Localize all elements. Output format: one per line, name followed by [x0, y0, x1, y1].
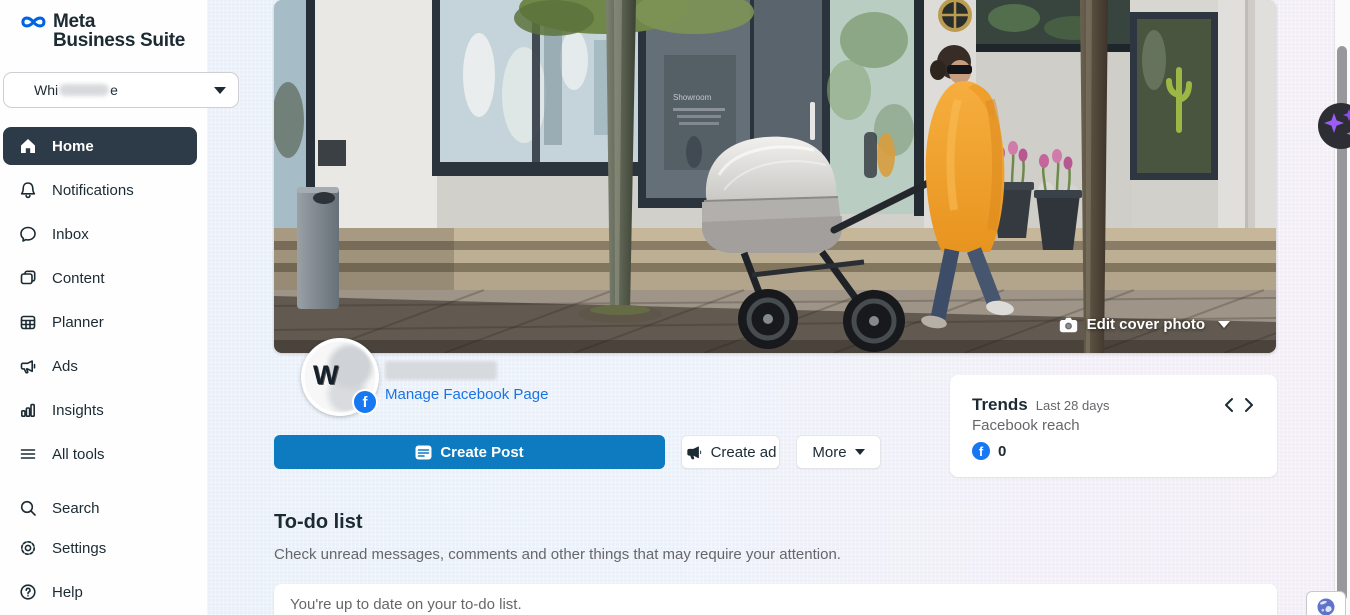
- brand-logo: Meta Business Suite: [20, 12, 185, 50]
- edit-cover-photo-button[interactable]: Edit cover photo: [1059, 316, 1230, 333]
- globe-icon: [1316, 597, 1336, 615]
- sidebar-item-all-tools[interactable]: All tools: [3, 435, 197, 473]
- trash-bin: [297, 187, 339, 309]
- sidebar-item-label: Insights: [52, 402, 104, 419]
- page-name-blurred: [385, 361, 497, 380]
- post-icon: [415, 445, 432, 460]
- facebook-reach-value: 0: [998, 443, 1006, 460]
- todo-empty-card: You're up to date on your to-do list.: [274, 584, 1277, 615]
- trends-card: Trends Last 28 days Facebook reach f 0: [950, 375, 1277, 477]
- chevron-down-icon: [855, 449, 865, 455]
- ai-assistant-button[interactable]: [1318, 103, 1350, 149]
- bell-icon: [18, 180, 38, 200]
- megaphone-icon: [685, 444, 703, 460]
- translate-globe-button[interactable]: [1306, 591, 1346, 615]
- sidebar-item-label: Home: [52, 138, 94, 155]
- sidebar-item-label: Ads: [52, 358, 78, 375]
- planner-icon: [18, 312, 38, 332]
- edit-cover-photo-label: Edit cover photo: [1087, 316, 1205, 333]
- home-icon: [18, 136, 38, 156]
- brand-line1: Meta: [53, 12, 185, 31]
- sidebar-item-planner[interactable]: Planner: [3, 303, 197, 341]
- tree-trunk-right: [1080, 0, 1108, 353]
- todo-empty-message: You're up to date on your to-do list.: [290, 596, 522, 613]
- all-tools-icon: [18, 444, 38, 464]
- sidebar-item-home[interactable]: Home: [3, 127, 197, 165]
- cover-photo: Showroom: [274, 0, 1276, 353]
- chevron-right-icon[interactable]: [1244, 397, 1255, 413]
- create-ad-label: Create ad: [711, 444, 777, 461]
- showroom-sign-text: Showroom: [673, 93, 712, 102]
- sidebar-item-insights[interactable]: Insights: [3, 391, 197, 429]
- sidebar: Meta Business Suite Whi e Home Notificat…: [0, 0, 207, 615]
- sidebar-item-content[interactable]: Content: [3, 259, 197, 297]
- cover-photo-scene: Showroom: [274, 0, 1276, 353]
- sidebar-item-label: Planner: [52, 314, 104, 331]
- trends-title: Trends: [972, 395, 1028, 415]
- chevron-down-icon: [214, 87, 226, 94]
- business-switcher[interactable]: Whi e: [3, 72, 239, 108]
- trends-period: Last 28 days: [1036, 398, 1110, 413]
- sidebar-item-label: Inbox: [52, 226, 89, 243]
- sidebar-item-label: Notifications: [52, 182, 134, 199]
- todo-list-description: Check unread messages, comments and othe…: [274, 546, 841, 563]
- sidebar-item-label: Settings: [52, 540, 106, 557]
- sidebar-item-label: Help: [52, 584, 83, 601]
- todo-list-heading: To-do list: [274, 511, 363, 534]
- brand-line2: Business Suite: [53, 31, 185, 50]
- sidebar-item-search[interactable]: Search: [3, 489, 197, 527]
- content-icon: [18, 268, 38, 288]
- sidebar-item-settings[interactable]: Settings: [3, 529, 197, 567]
- sidebar-item-inbox[interactable]: Inbox: [3, 215, 197, 253]
- avatar-letter: W: [313, 360, 338, 391]
- business-name-suffix: e: [110, 82, 118, 98]
- more-label: More: [812, 444, 846, 461]
- manage-facebook-page-link[interactable]: Manage Facebook Page: [385, 386, 548, 403]
- facebook-icon: f: [972, 442, 990, 460]
- sidebar-item-label: Content: [52, 270, 105, 287]
- chat-bubble-icon: [18, 224, 38, 244]
- trends-metric-label: Facebook reach: [972, 417, 1255, 434]
- meta-business-suite-window: Meta Business Suite Whi e Home Notificat…: [0, 0, 1350, 615]
- more-button[interactable]: More: [796, 435, 881, 469]
- business-name-prefix: Whi: [34, 82, 58, 98]
- sparkle-icon: [1318, 103, 1350, 149]
- search-icon: [18, 498, 38, 518]
- sidebar-item-notifications[interactable]: Notifications: [3, 171, 197, 209]
- insights-icon: [18, 400, 38, 420]
- sidebar-item-help[interactable]: Help: [3, 573, 197, 611]
- sidebar-item-label: Search: [52, 500, 100, 517]
- chevron-down-icon: [1218, 321, 1230, 328]
- camera-icon: [1059, 317, 1078, 333]
- sidebar-item-label: All tools: [52, 446, 105, 463]
- create-ad-button[interactable]: Create ad: [681, 435, 780, 469]
- meta-infinity-icon: [20, 12, 48, 32]
- business-name-blurred: [59, 84, 109, 96]
- create-post-button[interactable]: Create Post: [274, 435, 665, 469]
- create-post-label: Create Post: [440, 444, 523, 461]
- page-avatar[interactable]: W f: [301, 338, 379, 416]
- megaphone-icon: [18, 356, 38, 376]
- facebook-badge-icon: f: [352, 389, 378, 415]
- gear-icon: [18, 538, 38, 558]
- sidebar-item-ads[interactable]: Ads: [3, 347, 197, 385]
- chevron-left-icon[interactable]: [1223, 397, 1234, 413]
- help-icon: [18, 582, 38, 602]
